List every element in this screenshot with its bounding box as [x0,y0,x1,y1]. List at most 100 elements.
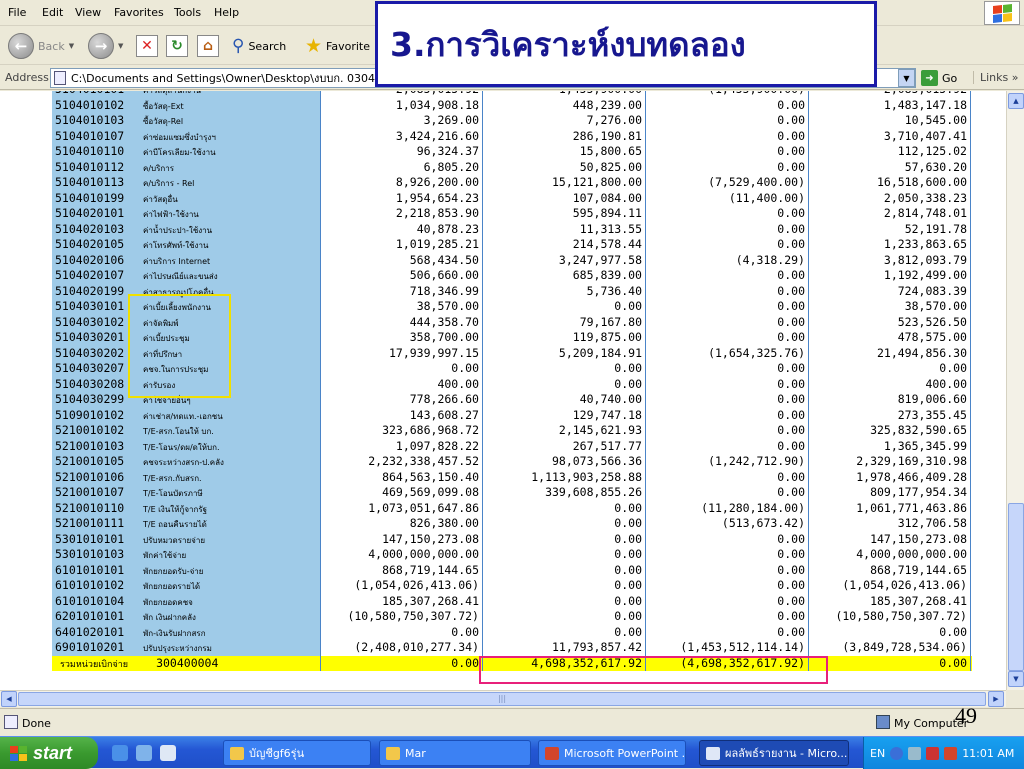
credit-cell: 0.00 [646,268,809,284]
table-row: 6101010104 พักยกยอดคชจ 185,307,268.41 0.00 0… [52,593,972,609]
chevron-down-icon[interactable]: ▼ [69,42,74,50]
table-row: 6401020101 พัก-เงินรับฝากสรก 0.00 0.00 0.00 0… [52,624,972,640]
account-name: พัก-เงินรับฝากสรก [143,628,206,638]
task-report-browser[interactable]: ผลลัพธ์รายงาน - Micro... [699,740,849,766]
go-label: Go [942,71,958,85]
stop-button[interactable]: ✕ [136,32,158,60]
menu-view[interactable]: View [75,6,101,19]
balance-brought-forward-cell: (10,580,750,307.72) [320,609,483,625]
table-row: 5104010103 ซื้อวัสดุ-Rel 3,269.00 7,276.00 0… [52,113,972,129]
chevron-down-icon[interactable]: ▼ [118,42,123,50]
credit-cell: (11,280,184.00) [646,500,809,516]
balance-cell: 273,355.45 [809,407,971,423]
go-button[interactable]: ➜ Go [921,70,957,86]
credit-cell: 0.00 [646,624,809,640]
network-icon[interactable] [908,746,922,760]
account-cell: 5109010102 ค่าเช่าส/ทดแท.-เอกชน [52,407,320,423]
menu-edit[interactable]: Edit [42,6,63,19]
debit-cell: 595,894.11 [483,206,646,222]
address-dropdown-button[interactable]: ▼ [898,69,915,87]
forward-button[interactable]: → ▼ [88,32,123,60]
search-button[interactable]: ⚲ Search [232,32,286,60]
account-code: 5210010105 [55,454,125,468]
language-indicator[interactable]: EN [870,747,885,760]
debit-cell: 5,209,184.91 [483,345,646,361]
security-alert-icon[interactable] [926,746,940,760]
balance-brought-forward-cell: 0.00 [320,624,483,640]
credit-cell: 0.00 [646,237,809,253]
balance-brought-forward-cell: 1,073,051,647.86 [320,500,483,516]
browser-page-icon [706,746,720,760]
account-code: 5104010199 [55,190,125,205]
balance-cell: (1,054,026,413.06) [809,578,971,594]
media-player-icon[interactable] [136,745,152,761]
messenger-icon[interactable] [160,745,176,761]
balance-cell: 1,233,863.65 [809,237,971,253]
credit-cell: 0.00 [646,144,809,160]
account-cell: 5104010103 ซื้อวัสดุ-Rel [52,113,320,129]
balance-cell: 1,061,771,463.86 [809,500,971,516]
debit-cell: 448,239.00 [483,97,646,113]
home-button[interactable]: ⌂ [197,32,219,60]
app-tray-icon[interactable] [944,746,958,760]
start-button[interactable]: start [0,737,98,769]
debit-cell: 119,875.00 [483,330,646,346]
table-row: 5104020101 ค่าไฟฟ้า-ใช้งาน 2,218,853.90 595… [52,206,972,222]
scroll-right-icon[interactable]: ▶ [988,691,1004,707]
vertical-scroll-thumb[interactable] [1008,503,1024,671]
vertical-scrollbar[interactable]: ▲ ▼ [1006,91,1024,690]
account-code: 5104010112 [55,159,125,174]
credit-cell: 0.00 [646,299,809,315]
balance-brought-forward-cell: 96,324.37 [320,144,483,160]
scroll-up-icon[interactable]: ▲ [1008,93,1024,109]
balance-brought-forward-cell: 444,358.70 [320,314,483,330]
account-cell: 6401020101 พัก-เงินรับฝากสรก [52,624,320,640]
debit-cell: 5,736.40 [483,283,646,299]
task-folder-gf[interactable]: บัญชีgf6รุ่น [223,740,371,766]
total-label-cell: รวมหน่วยเบิกจ่าย 300400004 [52,655,320,671]
credit-cell: 0.00 [646,376,809,392]
credit-cell: 0.00 [646,113,809,129]
account-code: 5210010107 [55,485,125,499]
account-name: ซื้อวัสดุ-Ext [143,101,184,111]
credit-cell: 0.00 [646,407,809,423]
table-row: 5210010107 T/E-โอนบัตรภาษี 469,569,099.08 3… [52,485,972,501]
account-code: 5301010103 [55,547,125,561]
address-label: Address [5,71,49,84]
task-folder-mar[interactable]: Mar [379,740,531,766]
links-button[interactable]: Links » [973,71,1019,84]
account-name: พักค่าใช้จ่าย [143,551,187,560]
horizontal-scrollbar[interactable]: ◀ ||| ▶ [0,690,1006,707]
account-cell: 5104010102 ซื้อวัสดุ-Ext [52,97,320,113]
table-row: 5104020103 ค่าน้ำประปา-ใช้งาน 40,878.23 11,… [52,221,972,237]
scroll-down-icon[interactable]: ▼ [1008,671,1024,687]
favorites-button[interactable]: ★ Favorite [305,32,370,60]
page-done-icon [4,715,18,729]
menu-file[interactable]: File [8,6,26,19]
debit-cell: 286,190.81 [483,128,646,144]
balance-brought-forward-cell: 185,307,268.41 [320,593,483,609]
horizontal-scroll-thumb[interactable]: ||| [18,692,986,706]
account-code: 5210010106 [55,469,125,484]
menu-help[interactable]: Help [214,6,239,19]
total-c2-cell: 0.00 [320,655,483,671]
menu-tools[interactable]: Tools [174,6,201,19]
back-button[interactable]: ← Back ▼ [8,32,74,60]
help-icon[interactable] [890,746,904,760]
credit-cell: 0.00 [646,128,809,144]
account-cell: 5210010107 T/E-โอนบัตรภาษี [52,485,320,501]
account-code: 5109010102 [55,407,125,422]
account-code: 5210010111 [55,516,125,530]
menu-favorites[interactable]: Favorites [114,6,164,19]
account-name: พักยกยอดรับ-จ่าย [143,566,204,576]
ie-icon[interactable] [112,745,128,761]
credit-cell: 0.00 [646,361,809,377]
windows-logo-icon [984,1,1020,25]
task-powerpoint[interactable]: Microsoft PowerPoint ... [538,740,686,766]
table-row: 5104010113 ค/บริการ - Rel 8,926,200.00 15,1… [52,175,972,191]
refresh-button[interactable]: ↻ [166,32,188,60]
scroll-left-icon[interactable]: ◀ [1,691,17,707]
balance-brought-forward-cell: 568,434.50 [320,252,483,268]
debit-cell: 0.00 [483,624,646,640]
balance-cell: 868,719,144.65 [809,562,971,578]
